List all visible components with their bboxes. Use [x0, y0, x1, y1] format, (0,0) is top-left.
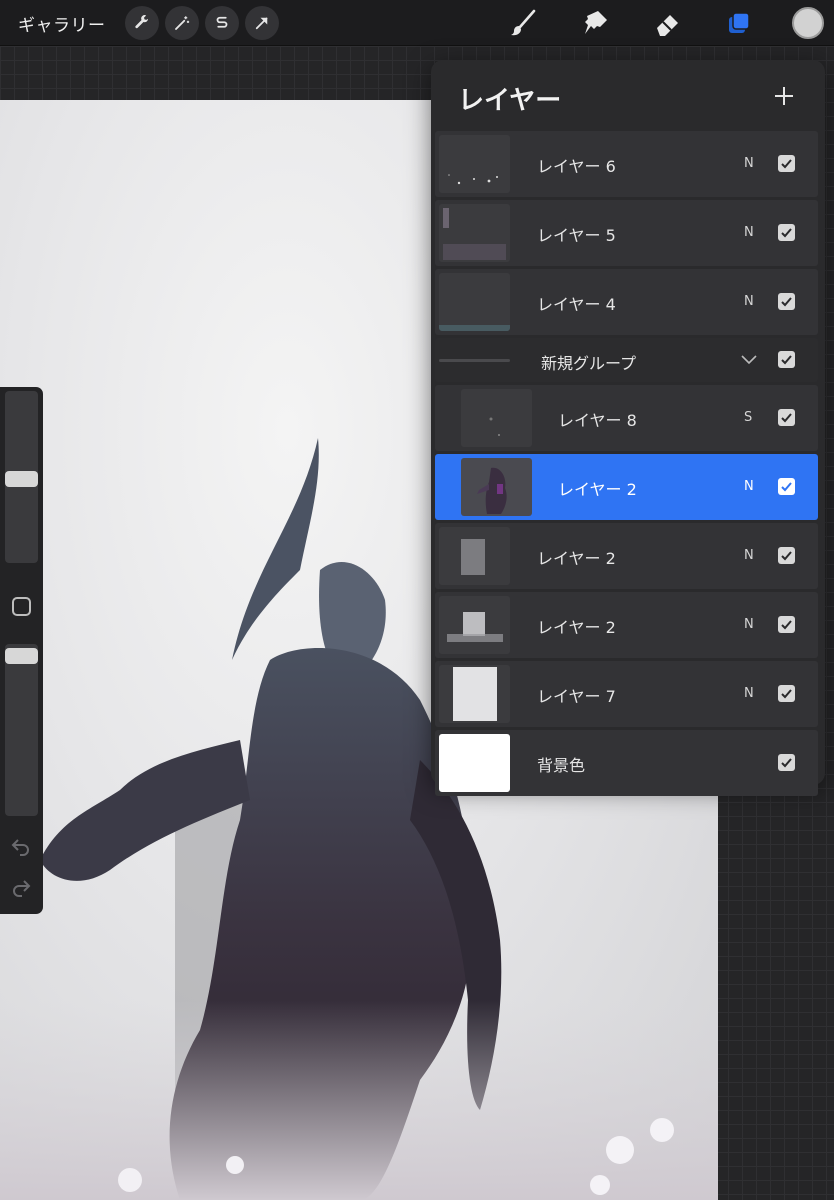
check-icon [781, 228, 792, 238]
visibility-checkbox[interactable] [778, 409, 795, 426]
layer-name: レイヤー 4 [537, 295, 616, 314]
brush-tool[interactable] [505, 5, 541, 41]
eraser-icon [657, 15, 678, 36]
blend-mode[interactable]: N [744, 225, 754, 240]
blend-mode[interactable]: N [744, 294, 754, 309]
group-indicator [439, 359, 510, 362]
layer-name: 背景色 [537, 756, 586, 775]
layer-group-row[interactable]: 新規グループ [435, 338, 818, 382]
visibility-checkbox[interactable] [778, 616, 795, 633]
smudge-icon [585, 11, 607, 34]
layer-row-selected[interactable]: レイヤー 2 N [435, 454, 818, 520]
check-icon [781, 297, 792, 307]
layer-row[interactable]: レイヤー 7 N [435, 661, 818, 727]
layer-name: レイヤー 2 [537, 549, 616, 568]
layer-name: レイヤー 5 [537, 226, 616, 245]
opacity-thumb[interactable] [5, 648, 38, 664]
background-color-swatch[interactable] [439, 734, 510, 792]
check-icon [781, 159, 792, 169]
brush-size-thumb[interactable] [5, 471, 38, 487]
selection-s-icon [216, 16, 228, 28]
blend-mode[interactable]: N [744, 479, 754, 494]
layer-thumbnail [439, 527, 510, 585]
layer-row[interactable]: レイヤー 4 N [435, 269, 818, 335]
blend-mode[interactable]: N [744, 686, 754, 701]
opacity-slider[interactable] [5, 644, 38, 816]
top-toolbar: ギャラリー [0, 0, 834, 46]
layers-panel: レイヤー レイヤー 6 N レイヤー 5 N レイヤー 4 N 新規グループ レ… [431, 60, 825, 796]
eraser-tool[interactable] [650, 5, 686, 41]
check-icon [781, 689, 792, 699]
check-icon [781, 551, 792, 561]
layer-name: レイヤー 6 [537, 157, 616, 176]
visibility-checkbox[interactable] [778, 351, 795, 368]
layer-name: レイヤー 7 [537, 687, 616, 706]
layer-name: レイヤー 2 [537, 618, 616, 637]
layer-thumbnail [439, 596, 510, 654]
layer-row[interactable]: レイヤー 2 N [435, 523, 818, 589]
actions-button[interactable] [125, 6, 159, 40]
layer-thumbnail [461, 458, 532, 516]
wrench-icon [135, 15, 148, 29]
smudge-tool[interactable] [578, 5, 614, 41]
left-sidebar [0, 387, 43, 914]
magic-wand-icon [175, 16, 190, 30]
layer-thumbnail [439, 135, 510, 193]
gallery-button[interactable]: ギャラリー [18, 11, 106, 36]
layer-row[interactable]: レイヤー 5 N [435, 200, 818, 266]
layer-thumbnail [461, 389, 532, 447]
blend-mode[interactable]: N [744, 156, 754, 171]
check-icon [781, 620, 792, 630]
layer-row[interactable]: レイヤー 2 N [435, 592, 818, 658]
visibility-checkbox[interactable] [778, 754, 795, 771]
layer-name: レイヤー 2 [558, 480, 637, 499]
visibility-checkbox[interactable] [778, 293, 795, 310]
check-icon [781, 482, 792, 492]
layer-name: レイヤー 8 [558, 411, 637, 430]
visibility-checkbox[interactable] [778, 547, 795, 564]
brush-size-slider[interactable] [5, 391, 38, 563]
layers-icon [729, 12, 750, 33]
layer-thumbnail [439, 273, 510, 331]
undo-icon[interactable] [10, 835, 32, 857]
visibility-checkbox[interactable] [778, 224, 795, 241]
group-name: 新規グループ [541, 354, 637, 373]
visibility-checkbox[interactable] [778, 155, 795, 172]
chevron-down-icon[interactable] [740, 353, 758, 365]
layer-thumbnail [439, 204, 510, 262]
redo-icon[interactable] [10, 876, 32, 898]
check-icon [781, 758, 792, 768]
check-icon [781, 413, 792, 423]
adjustments-button[interactable] [165, 6, 199, 40]
layer-thumbnail [439, 665, 510, 723]
visibility-checkbox[interactable] [778, 685, 795, 702]
blend-mode[interactable]: N [744, 548, 754, 563]
brush-icon [511, 9, 536, 36]
blend-mode[interactable]: S [744, 410, 752, 425]
check-icon [781, 355, 792, 365]
layer-row[interactable]: レイヤー 6 N [435, 131, 818, 197]
selection-button[interactable] [205, 6, 239, 40]
layers-tool[interactable] [721, 5, 757, 41]
plus-icon [775, 87, 793, 105]
add-layer-button[interactable] [768, 80, 800, 112]
visibility-checkbox[interactable] [778, 478, 795, 495]
transform-arrow-icon [255, 17, 268, 30]
modifier-button[interactable] [12, 597, 31, 616]
layers-panel-title: レイヤー [458, 86, 562, 116]
blend-mode[interactable]: N [744, 617, 754, 632]
layer-row[interactable]: レイヤー 8 S [435, 385, 818, 451]
background-color-row[interactable]: 背景色 [435, 730, 818, 796]
color-picker-button[interactable] [792, 7, 824, 39]
transform-button[interactable] [245, 6, 279, 40]
